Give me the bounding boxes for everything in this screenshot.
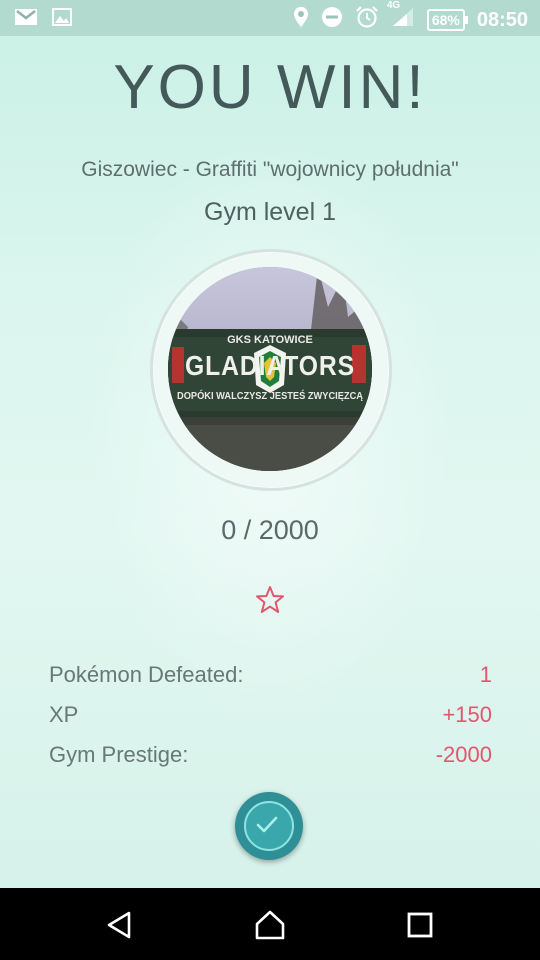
stat-label: Pokémon Defeated: xyxy=(49,662,244,687)
network-label: 4G xyxy=(386,0,401,11)
star-icon xyxy=(256,586,284,613)
stat-value: 1 xyxy=(479,662,492,687)
gallery-icon xyxy=(52,7,72,33)
stat-row-xp: XP +150 xyxy=(49,702,492,742)
signal-4g-icon: 4G xyxy=(387,0,415,34)
location-icon xyxy=(293,6,309,34)
confirm-button[interactable] xyxy=(235,792,303,860)
gym-level: Gym level 1 xyxy=(204,198,336,226)
status-time: 08:50 xyxy=(476,8,528,31)
recents-icon[interactable] xyxy=(405,910,435,940)
stat-row-gym-prestige: Gym Prestige: -2000 xyxy=(49,742,492,782)
stat-label: XP xyxy=(49,702,79,727)
stat-row-pokemon-defeated: Pokémon Defeated: 1 xyxy=(49,662,492,702)
stat-value: -2000 xyxy=(435,742,492,767)
checkmark-icon xyxy=(256,816,278,833)
home-icon[interactable] xyxy=(255,910,285,940)
stat-label: Gym Prestige: xyxy=(49,742,189,767)
gym-name: Giszowiec - Graffiti "wojownicy południa… xyxy=(81,158,459,181)
prestige-progress: 0 / 2000 xyxy=(221,515,319,545)
battle-stats: Pokémon Defeated: 1 XP +150 Gym Prestige… xyxy=(49,662,492,782)
gmail-icon xyxy=(14,7,38,33)
back-icon[interactable] xyxy=(105,910,135,940)
gym-photo: GKS KATOWICE GLADIATORS DOPÓKI WALCZYSZ … xyxy=(168,267,372,471)
stat-value: +150 xyxy=(442,702,492,727)
confirm-button-ring xyxy=(244,801,294,851)
photo-text-top: GKS KATOWICE xyxy=(227,334,313,346)
battery-indicator: 68% xyxy=(426,9,468,31)
alarm-icon xyxy=(355,6,379,34)
navigation-bar xyxy=(0,888,540,960)
page-title: YOU WIN! xyxy=(113,53,427,122)
result-screen: 4G 68% 08:50 YOU WIN! Giszowiec - Graffi… xyxy=(0,0,540,888)
photo-text-bottom: DOPÓKI WALCZYSZ JESTEŚ ZWYCIĘZCĄ xyxy=(177,389,363,402)
status-bar: 4G 68% 08:50 xyxy=(0,0,540,36)
do-not-disturb-icon xyxy=(321,6,343,34)
photo-text-main: GLADIATORS xyxy=(185,350,355,381)
